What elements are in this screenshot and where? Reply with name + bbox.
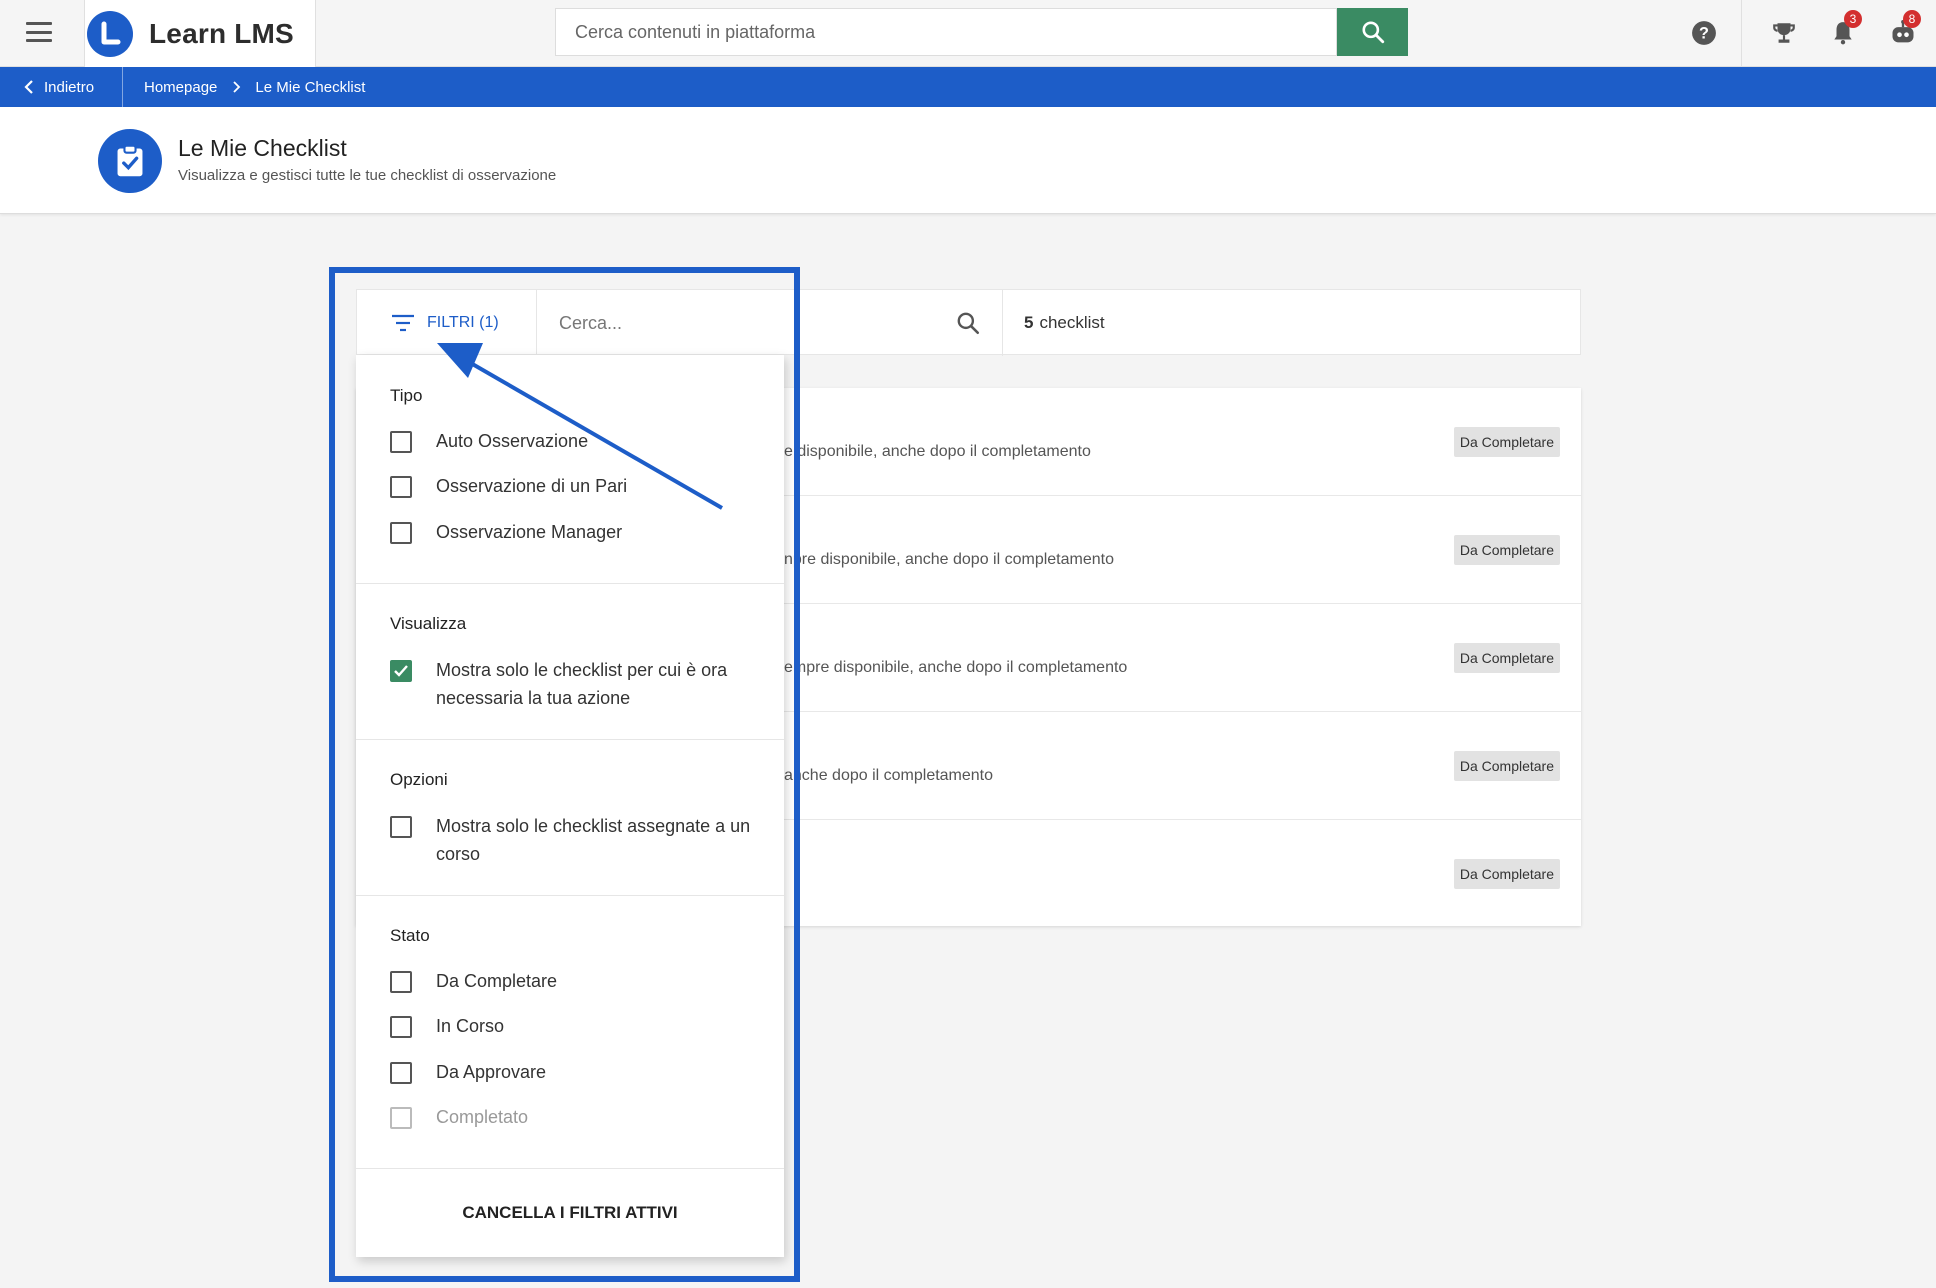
checklist-count-label: checklist	[1039, 313, 1105, 332]
global-search	[555, 8, 1337, 56]
search-icon[interactable]	[955, 290, 981, 356]
status-badge: Da Completare	[1453, 427, 1560, 457]
breadcrumb-item-current: Le Mie Checklist	[255, 78, 366, 96]
list-item-description: npre disponibile, anche dopo il completa…	[784, 551, 1114, 568]
hamburger-icon[interactable]	[26, 22, 52, 42]
status-badge: Da Completare	[1453, 751, 1560, 781]
brand-logo[interactable]: Learn LMS	[84, 0, 316, 67]
help-icon[interactable]: ?	[1690, 19, 1718, 47]
chevron-left-icon	[24, 80, 33, 94]
back-button[interactable]: Indietro	[22, 67, 94, 107]
search-button[interactable]	[1337, 8, 1408, 56]
checklist-count: 5 checklist	[1024, 290, 1105, 356]
breadcrumb-item-homepage[interactable]: Homepage	[144, 79, 217, 96]
back-label: Indietro	[44, 78, 95, 96]
brand-name: Learn LMS	[149, 17, 294, 49]
clipboard-check-icon	[98, 129, 162, 193]
annotation-highlight-box	[329, 267, 800, 1282]
top-bar: Learn LMS ? 3 8	[0, 0, 1936, 67]
status-badge: Da Completare	[1453, 643, 1560, 673]
page-subtitle: Visualizza e gestisci tutte le tue check…	[178, 167, 557, 184]
notifications-badge: 3	[1844, 10, 1862, 28]
list-item-description: empre disponibile, anche dopo il complet…	[784, 659, 1128, 676]
page-title: Le Mie Checklist	[178, 135, 347, 161]
global-search-input[interactable]	[556, 9, 1336, 55]
logo-icon	[87, 10, 133, 57]
breadcrumb: Indietro Homepage Le Mie Checklist	[0, 67, 1936, 107]
messages-badge: 8	[1903, 10, 1921, 28]
chevron-right-icon	[231, 80, 241, 94]
status-badge: Da Completare	[1453, 535, 1560, 565]
trophy-icon[interactable]	[1770, 19, 1798, 47]
list-item-description: e disponibile, anche dopo il completamen…	[784, 443, 1091, 460]
search-icon	[1361, 21, 1384, 44]
checklist-count-number: 5	[1024, 313, 1034, 332]
svg-text:?: ?	[1699, 24, 1709, 42]
page-header: Le Mie Checklist Visualizza e gestisci t…	[0, 107, 1936, 214]
list-item-description: anche dopo il completamento	[784, 767, 994, 784]
status-badge: Da Completare	[1453, 859, 1560, 889]
